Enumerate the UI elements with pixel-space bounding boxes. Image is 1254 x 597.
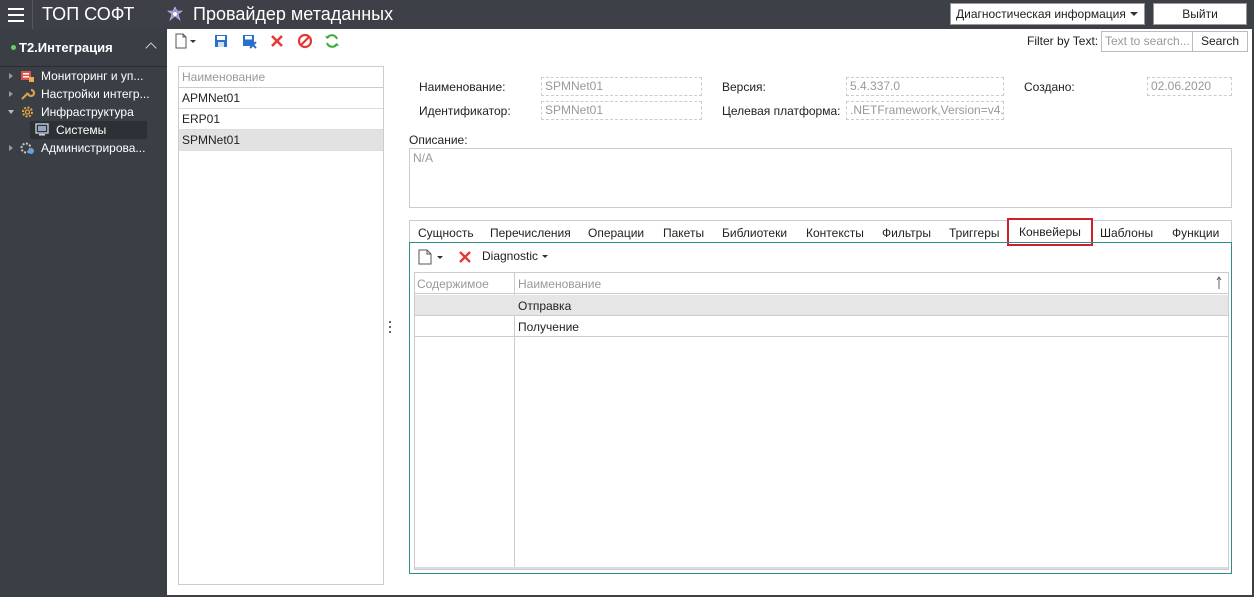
chevron-down-icon <box>1130 12 1138 16</box>
search-button[interactable]: Search <box>1192 31 1248 52</box>
logout-button[interactable]: Выйти <box>1153 3 1247 25</box>
sidebar-title: T2.Интеграция <box>19 40 113 55</box>
filter-text-input[interactable]: Text to search... <box>1101 31 1193 52</box>
save-close-icon[interactable] <box>241 33 257 49</box>
sort-ascending-icon[interactable] <box>1216 276 1222 290</box>
main-content: Filter by Text: Text to search... Search… <box>167 29 1254 597</box>
created-field[interactable]: 02.06.2020 <box>1147 77 1232 96</box>
platform-label: Целевая платформа: <box>722 104 841 118</box>
sidebar-item-monitoring[interactable]: Мониторинг и уп... <box>0 67 167 85</box>
admin-gear-icon <box>20 142 34 154</box>
expand-arrow-icon[interactable] <box>9 73 13 79</box>
list-item-selected[interactable]: SPMNet01 <box>179 130 383 151</box>
wrench-icon <box>21 88 35 100</box>
identifier-label: Идентификатор: <box>419 104 511 118</box>
sidebar-item-label: Настройки интегр... <box>41 87 150 101</box>
version-label: Версия: <box>722 80 766 94</box>
table-row[interactable]: Получение <box>415 316 1228 337</box>
list-item[interactable]: ERP01 <box>179 109 383 130</box>
sidebar-item-label: Администрирова... <box>41 141 146 155</box>
systems-list: Наименование APMNet01 ERP01 SPMNet01 <box>178 66 384 585</box>
sidebar-header[interactable]: T2.Интеграция <box>0 29 167 67</box>
list-item[interactable]: APMNet01 <box>179 88 383 109</box>
delete-icon[interactable] <box>458 250 472 264</box>
tab-bar: Сущность Перечисления Операции Пакеты Би… <box>409 218 1232 246</box>
description-label: Описание: <box>409 133 468 147</box>
pipelines-panel: Diagnostic Содержимое Наименование Отпра… <box>409 242 1232 574</box>
chevron-down-icon[interactable] <box>542 255 548 258</box>
version-field[interactable]: 5.4.337.0 <box>846 77 1004 96</box>
table-cell: Получение <box>518 320 579 334</box>
tab-entity[interactable]: Сущность <box>418 223 474 243</box>
collapse-arrow-icon[interactable] <box>8 110 14 114</box>
chevron-up-icon[interactable] <box>145 42 157 54</box>
monitoring-icon <box>21 71 34 82</box>
pipelines-grid: Содержимое Наименование Отправка Получен… <box>414 272 1229 570</box>
diagnostic-dropdown[interactable]: Diagnostic <box>482 249 538 263</box>
sidebar-item-label: Инфраструктура <box>41 105 134 119</box>
table-cell: Отправка <box>518 299 572 313</box>
new-document-icon[interactable] <box>418 249 432 265</box>
sidebar-item-administration[interactable]: Администрирова... <box>0 139 167 157</box>
tab-contexts[interactable]: Контексты <box>806 223 864 243</box>
tab-functions[interactable]: Функции <box>1172 223 1219 243</box>
brand-logo: ТОП СОФТ <box>32 0 166 29</box>
table-row[interactable]: Отправка <box>415 295 1228 316</box>
tab-libraries[interactable]: Библиотеки <box>722 223 787 243</box>
grid-horizontal-scrollbar[interactable] <box>415 567 1228 569</box>
column-header-content[interactable]: Содержимое <box>417 277 489 291</box>
menu-icon[interactable] <box>0 0 32 29</box>
tab-enumerations[interactable]: Перечисления <box>490 223 571 243</box>
sidebar-item-label: Мониторинг и уп... <box>41 69 144 83</box>
platform-field[interactable]: .NETFramework,Version=v4.7 <box>846 101 1004 120</box>
delete-icon[interactable] <box>269 33 285 49</box>
tab-templates[interactable]: Шаблоны <box>1100 223 1153 243</box>
chevron-down-icon[interactable] <box>437 256 443 259</box>
grid-header: Содержимое Наименование <box>415 273 1228 294</box>
save-icon[interactable] <box>213 33 229 49</box>
sidebar-item-label: Системы <box>56 123 107 137</box>
status-dot-icon <box>11 45 16 50</box>
name-field[interactable]: SPMNet01 <box>541 77 702 96</box>
provider-icon <box>167 6 183 21</box>
column-header-name[interactable]: Наименование <box>518 277 601 291</box>
new-document-icon[interactable] <box>173 33 189 49</box>
tab-packages[interactable]: Пакеты <box>663 223 704 243</box>
tab-operations[interactable]: Операции <box>588 223 644 243</box>
systems-list-header[interactable]: Наименование <box>179 67 383 88</box>
sidebar-item-settings[interactable]: Настройки интегр... <box>0 85 167 103</box>
expand-arrow-icon[interactable] <box>9 145 13 151</box>
sidebar: T2.Интеграция Мониторинг и уп... Настрой… <box>0 29 167 597</box>
diagnostics-select[interactable]: Диагностическая информация <box>950 3 1145 25</box>
top-bar: ТОП СОФТ Провайдер метаданных Диагностич… <box>0 0 1254 29</box>
chevron-down-icon[interactable] <box>189 33 197 49</box>
sidebar-item-infrastructure[interactable]: Инфраструктура <box>0 103 167 121</box>
gear-icon <box>22 106 33 118</box>
description-field[interactable]: N/A <box>409 148 1232 208</box>
splitter-handle[interactable] <box>389 321 392 333</box>
identifier-field[interactable]: SPMNet01 <box>541 101 702 120</box>
tab-filters[interactable]: Фильтры <box>882 223 931 243</box>
filter-label: Filter by Text: <box>1027 34 1099 48</box>
monitor-icon <box>35 123 49 136</box>
tab-triggers[interactable]: Триггеры <box>949 223 1000 243</box>
expand-arrow-icon[interactable] <box>9 91 13 97</box>
refresh-icon[interactable] <box>324 33 340 49</box>
diagnostics-select-label: Диагностическая информация <box>956 7 1126 21</box>
page-title: Провайдер метаданных <box>193 4 394 24</box>
cancel-icon[interactable] <box>297 33 313 49</box>
created-label: Создано: <box>1024 80 1075 94</box>
name-label: Наименование: <box>419 80 506 94</box>
sidebar-item-systems[interactable]: Системы <box>30 121 147 139</box>
